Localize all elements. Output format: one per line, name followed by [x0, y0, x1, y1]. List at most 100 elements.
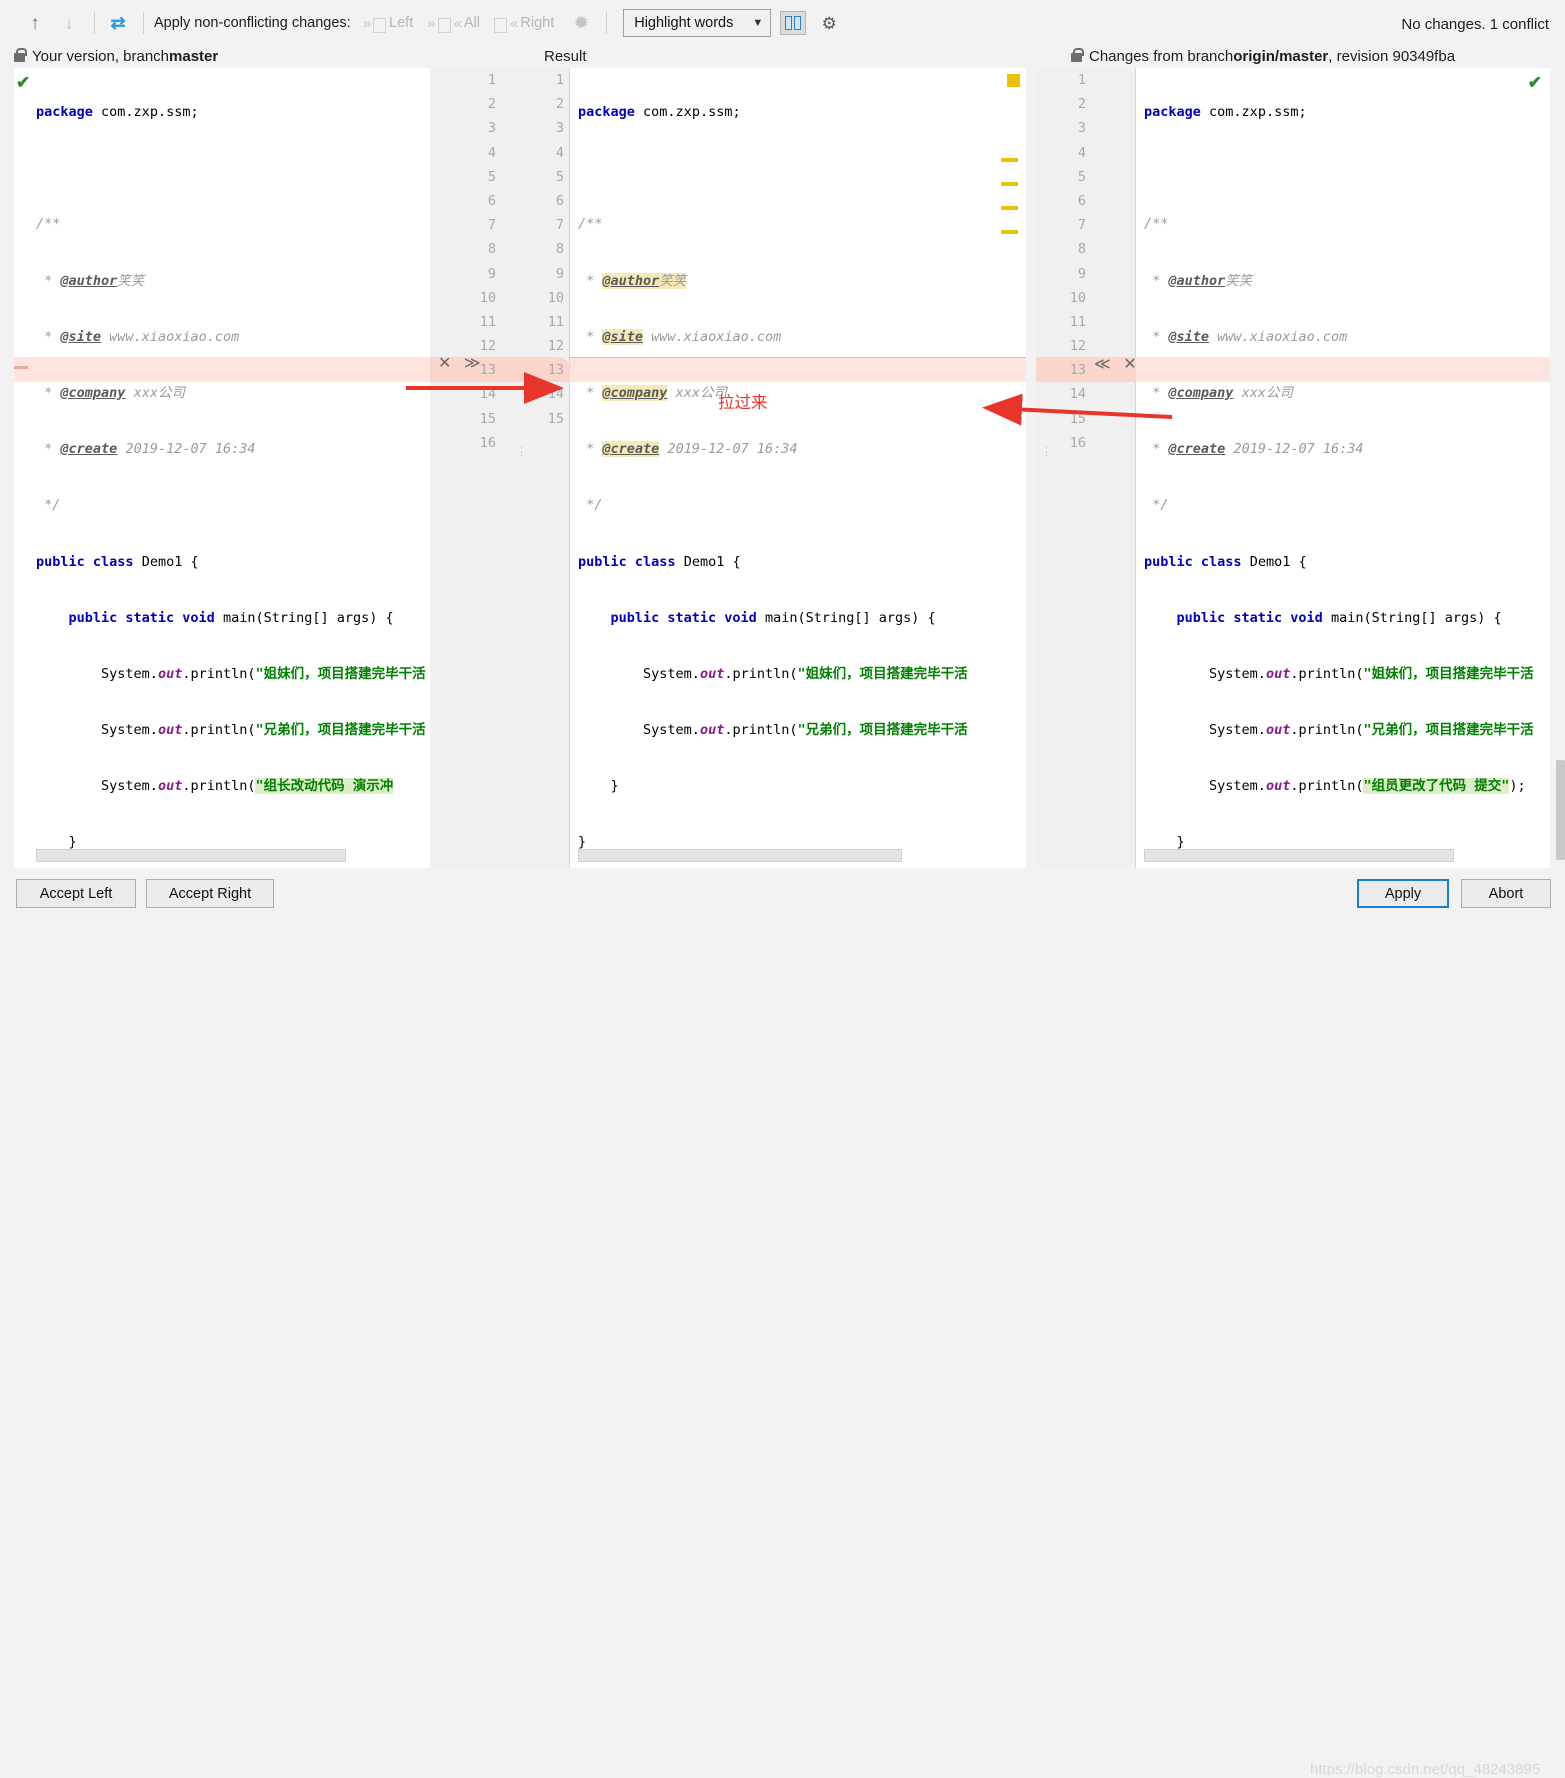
javadoc-tag: @author [60, 273, 117, 289]
javadoc-value: www.xiaoxiao.com [651, 329, 781, 345]
line-number: 7 [1046, 213, 1086, 237]
code-line: * @create 2019-12-07 16:34 [1144, 437, 1550, 461]
line-number: 14 [518, 382, 564, 406]
javadoc-value: 2019-12-07 16:34 [667, 441, 797, 457]
right-code-content: package com.zxp.ssm; /** * @author笑笑 * @… [1144, 68, 1550, 868]
left-horizontal-scrollbar[interactable] [36, 849, 346, 862]
accept-left-button[interactable]: Accept Left [16, 879, 136, 908]
package-name: com.zxp.ssm; [101, 104, 199, 120]
javadoc-value: 2019-12-07 16:34 [1233, 441, 1363, 457]
line-number: 13 [518, 358, 564, 382]
keyword: public static void [69, 610, 215, 626]
abort-button[interactable]: Abort [1461, 879, 1551, 908]
class-name: Demo1 { [1250, 554, 1307, 570]
keyword: public class [1144, 554, 1242, 570]
apply-changes-label: Apply non-conflicting changes: [154, 15, 351, 31]
apply-right-button[interactable]: « Right [494, 15, 554, 32]
split-editor-toggle[interactable] [780, 11, 806, 35]
result-horizontal-scrollbar[interactable] [578, 849, 902, 862]
line-number: 15 [1046, 407, 1086, 431]
drag-handle-icon[interactable]: ⋮ [516, 450, 527, 454]
line-number: 8 [518, 237, 564, 261]
apply-button[interactable]: Apply [1357, 879, 1449, 908]
code-line: * @site www.xiaoxiao.com [36, 325, 430, 349]
code-line: * @author笑笑 [578, 269, 1026, 293]
drag-handle-icon-right[interactable]: ⋮ [1041, 450, 1052, 454]
highlight-mode-value: Highlight words [634, 15, 733, 31]
code-line: System.out.println("兄弟们，项目搭建完毕干活 [1144, 718, 1550, 742]
line-number: 3 [450, 116, 496, 140]
line-number: 11 [450, 310, 496, 334]
comment: /** [578, 216, 602, 232]
line-number: 10 [1046, 286, 1086, 310]
apply-left-button[interactable]: » Left [363, 15, 414, 32]
sysout: System. [1209, 666, 1266, 682]
brace: } [611, 778, 619, 794]
right-panel-branch: origin/master [1233, 48, 1328, 65]
magic-wand-icon[interactable]: ✹ [568, 10, 594, 36]
line-number: 9 [1046, 262, 1086, 286]
string-literal: "姐妹们，项目搭建完毕干活 [1363, 666, 1533, 682]
left-pane-glyph [373, 18, 386, 33]
keyword: package [578, 104, 635, 120]
field: out [158, 722, 182, 738]
line-number: 1 [1046, 68, 1086, 92]
method-signature: main(String[] args) { [765, 610, 936, 626]
right-editor-pane[interactable]: 12345678910111213141516 ≪ ✕ ✔ package co… [1036, 68, 1550, 868]
left-editor-pane[interactable]: ✔ package com.zxp.ssm; /** * @author笑笑 *… [14, 68, 430, 868]
marker-line [1001, 182, 1018, 186]
javadoc-tag: @site [1168, 329, 1209, 345]
code-line-conflict: } [578, 774, 1026, 798]
chevron-down-icon: ▼ [752, 17, 763, 29]
comment: */ [586, 497, 602, 513]
gear-icon[interactable]: ⚙ [816, 10, 842, 36]
apply-non-conflicting-icon[interactable]: ⇄ [105, 10, 131, 36]
line-number: 10 [518, 286, 564, 310]
toolbar: ↑ ↓ ⇄ Apply non-conflicting changes: » L… [0, 0, 1565, 46]
apply-left-label: Left [389, 15, 413, 31]
code-line: System.out.println("姐妹们，项目搭建完毕干活 [578, 662, 1026, 686]
line-number: 1 [450, 68, 496, 92]
keyword: public static void [1177, 610, 1323, 626]
checkmark-icon: ✔ [16, 73, 30, 93]
result-editor-pane[interactable]: 12345678910111213141516 1234567891011121… [430, 68, 1026, 868]
code-line: * @site www.xiaoxiao.com [578, 325, 1026, 349]
highlight-mode-dropdown[interactable]: Highlight words ▼ [623, 9, 771, 37]
keyword: public static void [611, 610, 757, 626]
line-number: 4 [518, 141, 564, 165]
line-number: 9 [450, 262, 496, 286]
line-number: 9 [518, 262, 564, 286]
class-name: Demo1 { [684, 554, 741, 570]
keyword: public class [578, 554, 676, 570]
dialog-button-bar: Accept Left Accept Right Apply Abort htt… [0, 868, 1565, 923]
right-panel-revision: , revision 90349fba [1328, 48, 1455, 65]
accept-right-button[interactable]: Accept Right [146, 879, 274, 908]
result-code-content: package com.zxp.ssm; /** * @author笑笑 * @… [578, 68, 1026, 868]
code-line: System.out.println("兄弟们，项目搭建完毕干活 [36, 718, 430, 742]
code-line [36, 156, 430, 180]
dialog-vertical-scrollbar[interactable] [1556, 760, 1565, 860]
line-number: 12 [518, 334, 564, 358]
line-number: 5 [518, 165, 564, 189]
conflict-resolve-actions[interactable]: ✕ ≫ [438, 353, 485, 373]
line-number: 6 [518, 189, 564, 213]
code-line: * @company xxx公司 [1144, 381, 1550, 405]
arrow-down-icon[interactable]: ↓ [56, 10, 82, 36]
code-line: package com.zxp.ssm; [578, 100, 1026, 124]
line-number: 15 [518, 407, 564, 431]
merge-status-text: No changes. 1 conflict [1401, 16, 1549, 33]
field: out [700, 666, 724, 682]
all-pane-glyph [438, 18, 451, 33]
right-horizontal-scrollbar[interactable] [1144, 849, 1454, 862]
javadoc-tag: @create [602, 441, 659, 457]
code-line: package com.zxp.ssm; [36, 100, 430, 124]
arrow-up-icon[interactable]: ↑ [22, 10, 48, 36]
code-line: public static void main(String[] args) { [36, 606, 430, 630]
line-number: 1 [518, 68, 564, 92]
apply-all-button[interactable]: » « All [427, 15, 480, 32]
watermark-text: https://blog.csdn.net/qq_48243895 [1310, 1761, 1540, 1778]
comment: /** [1144, 216, 1168, 232]
string-literal: "兄弟们，项目搭建完毕干活 [1363, 722, 1533, 738]
conflict-resolve-actions-right[interactable]: ≪ ✕ [1094, 354, 1141, 374]
line-number: 14 [1046, 382, 1086, 406]
